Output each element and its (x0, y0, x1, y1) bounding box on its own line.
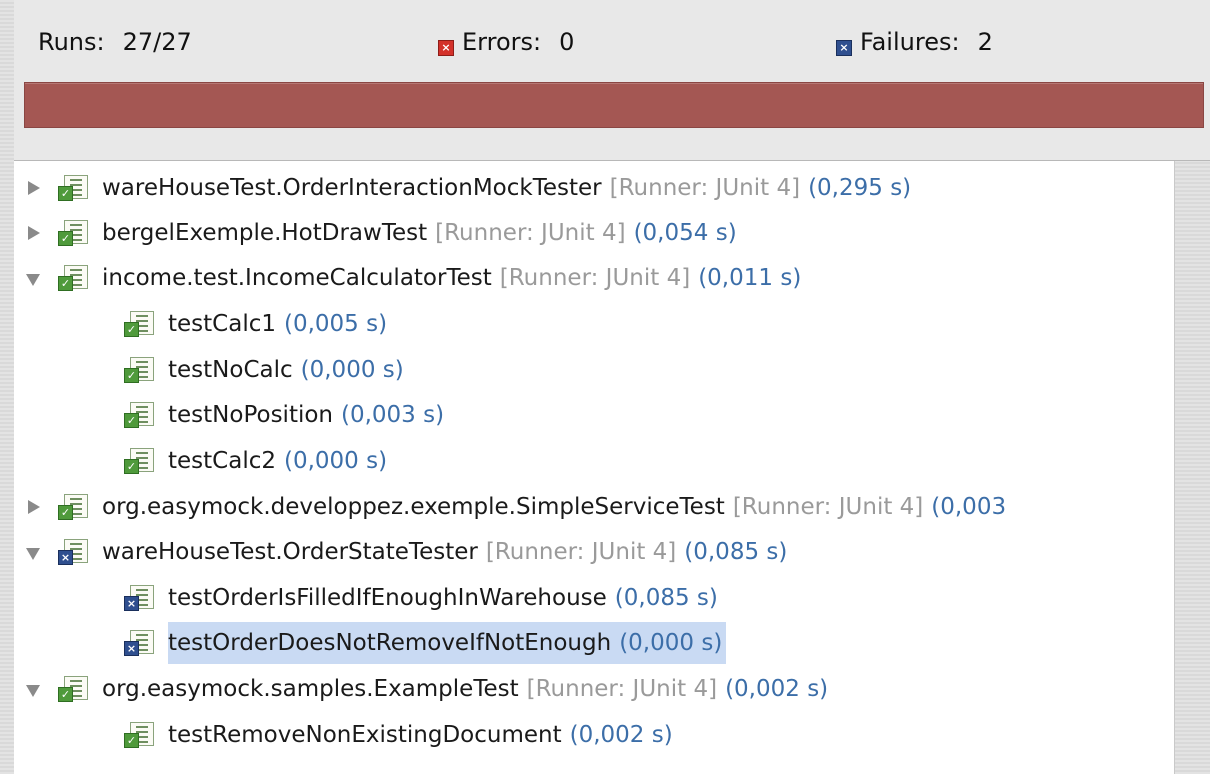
test-passed-icon: ✓ (124, 311, 156, 337)
test-name: wareHouseTest.OrderStateTester (102, 539, 478, 565)
runs-counter: Runs: 27/27 (38, 24, 192, 60)
tree-row-label: wareHouseTest.OrderStateTester [Runner: J… (102, 531, 787, 573)
test-passed-icon: ✓ (58, 175, 90, 201)
runner-label: [Runner: JUnit 4] (435, 220, 626, 246)
failures-counter: × Failures: 2 (836, 24, 993, 60)
test-name: wareHouseTest.OrderInteractionMockTester (102, 175, 602, 201)
runs-label: Runs: (38, 28, 105, 56)
tree-row-label: org.easymock.developpez.exemple.SimpleSe… (102, 486, 1006, 528)
expand-arrow-icon[interactable] (26, 682, 40, 697)
test-passed-icon: ✓ (58, 494, 90, 520)
tree-row-label: wareHouseTest.OrderInteractionMockTester… (102, 167, 911, 209)
duration-label: (0,000 s) (619, 630, 723, 656)
tree-row-label: income.test.IncomeCalculatorTest [Runner:… (102, 257, 801, 299)
failures-value: 2 (977, 28, 993, 56)
test-passed-icon: ✓ (124, 448, 156, 474)
collapse-arrow-icon[interactable] (26, 181, 40, 195)
test-passed-icon: ✓ (58, 265, 90, 291)
test-name: testRemoveNonExistingDocument (168, 722, 562, 748)
collapse-arrow-icon[interactable] (26, 500, 40, 514)
test-failed-icon: × (124, 585, 156, 611)
tree-suite-row[interactable]: ✓ org.easymock.samples.ExampleTest [Runner… (26, 668, 828, 710)
duration-label: (0,005 s) (284, 311, 388, 337)
errors-label: Errors: (462, 28, 542, 56)
duration-label: (0,000 s) (284, 448, 388, 474)
duration-label: (0,003 s) (341, 402, 445, 428)
tree-test-row[interactable]: ✓ testCalc1 (0,005 s) (124, 303, 387, 345)
tree-row-label: testOrderDoesNotRemoveIfNotEnough (0,000 … (168, 622, 727, 664)
errors-counter: × Errors: 0 (438, 24, 574, 60)
tree-suite-row[interactable]: ✓ org.easymock.developpez.exemple.SimpleS… (26, 486, 1006, 528)
tree-suite-row[interactable]: ✓ wareHouseTest.OrderInteractionMockTeste… (26, 167, 911, 209)
duration-label: (0,003 (931, 494, 1007, 520)
errors-value: 0 (559, 28, 575, 56)
runner-label: [Runner: JUnit 4] (499, 265, 691, 291)
duration-label: (0,054 s) (633, 220, 737, 246)
error-icon: × (438, 40, 454, 56)
tree-test-row[interactable]: ✓ testRemoveNonExistingDocument (0,002 s) (124, 714, 673, 756)
tree-row-label: testNoPosition (0,003 s) (168, 394, 444, 436)
failures-label: Failures: (860, 28, 960, 56)
tree-row-label: testCalc1 (0,005 s) (168, 303, 387, 345)
duration-label: (0,000 s) (300, 357, 404, 383)
failure-icon: × (836, 40, 852, 56)
test-passed-icon: ✓ (58, 220, 90, 246)
summary-panel: Runs: 27/27 × Errors: 0 × Failures: 2 (14, 0, 1210, 161)
test-name: org.easymock.developpez.exemple.SimpleSe… (102, 494, 725, 520)
runner-label: [Runner: JUnit 4] (485, 539, 677, 565)
test-name: bergelExemple.HotDrawTest (102, 220, 428, 246)
duration-label: (0,002 s) (725, 676, 829, 702)
tree-test-row[interactable]: × testOrderIsFilledIfEnoughInWarehouse (0,… (124, 577, 718, 619)
test-name: testCalc1 (168, 311, 276, 337)
runner-label: [Runner: JUnit 4] (526, 676, 718, 702)
test-name: testCalc2 (168, 448, 276, 474)
test-failed-icon: × (124, 630, 156, 656)
test-results-tree: ✓ wareHouseTest.OrderInteractionMockTeste… (14, 161, 1175, 774)
duration-label: (0,085 s) (684, 539, 788, 565)
tree-row-label: testCalc2 (0,000 s) (168, 440, 387, 482)
test-failed-icon: × (58, 539, 90, 565)
test-progress-bar (24, 82, 1204, 128)
runner-label: [Runner: JUnit 4] (609, 175, 801, 201)
runner-label: [Runner: JUnit 4] (732, 494, 924, 520)
collapse-arrow-icon[interactable] (26, 226, 40, 240)
duration-label: (0,002 s) (569, 722, 673, 748)
expand-arrow-icon[interactable] (26, 545, 40, 560)
tree-row-label: bergelExemple.HotDrawTest [Runner: JUnit … (102, 212, 737, 254)
test-name: income.test.IncomeCalculatorTest (102, 265, 492, 291)
test-name: testNoPosition (168, 402, 333, 428)
test-name: testNoCalc (168, 357, 293, 383)
test-passed-icon: ✓ (124, 402, 156, 428)
tree-row-label: testRemoveNonExistingDocument (0,002 s) (168, 714, 673, 756)
duration-label: (0,085 s) (614, 585, 718, 611)
duration-label: (0,295 s) (808, 175, 912, 201)
runs-value: 27/27 (122, 28, 192, 56)
expand-arrow-icon[interactable] (26, 271, 40, 286)
tree-test-row[interactable]: ✓ testCalc2 (0,000 s) (124, 440, 387, 482)
tree-test-row[interactable]: ✓ testNoPosition (0,003 s) (124, 394, 444, 436)
test-name: org.easymock.samples.ExampleTest (102, 676, 519, 702)
tree-suite-row[interactable]: × wareHouseTest.OrderStateTester [Runner: … (26, 531, 787, 573)
test-passed-icon: ✓ (124, 722, 156, 748)
duration-label: (0,011 s) (698, 265, 802, 291)
tree-suite-row[interactable]: ✓ income.test.IncomeCalculatorTest [Runner… (26, 257, 801, 299)
test-passed-icon: ✓ (58, 676, 90, 702)
tree-test-row[interactable]: ✓ testNoCalc (0,000 s) (124, 349, 404, 391)
test-passed-icon: ✓ (124, 357, 156, 383)
tree-row-label: org.easymock.samples.ExampleTest [Runner:… (102, 668, 828, 710)
tree-test-row[interactable]: × testOrderDoesNotRemoveIfNotEnough (0,000… (124, 622, 727, 664)
tree-row-label: testNoCalc (0,000 s) (168, 349, 404, 391)
tree-suite-row[interactable]: ✓ bergelExemple.HotDrawTest [Runner: JUnit… (26, 212, 737, 254)
tree-row-label: testOrderIsFilledIfEnoughInWarehouse (0,0… (168, 577, 718, 619)
test-name: testOrderIsFilledIfEnoughInWarehouse (168, 585, 607, 611)
test-name: testOrderDoesNotRemoveIfNotEnough (168, 630, 612, 656)
